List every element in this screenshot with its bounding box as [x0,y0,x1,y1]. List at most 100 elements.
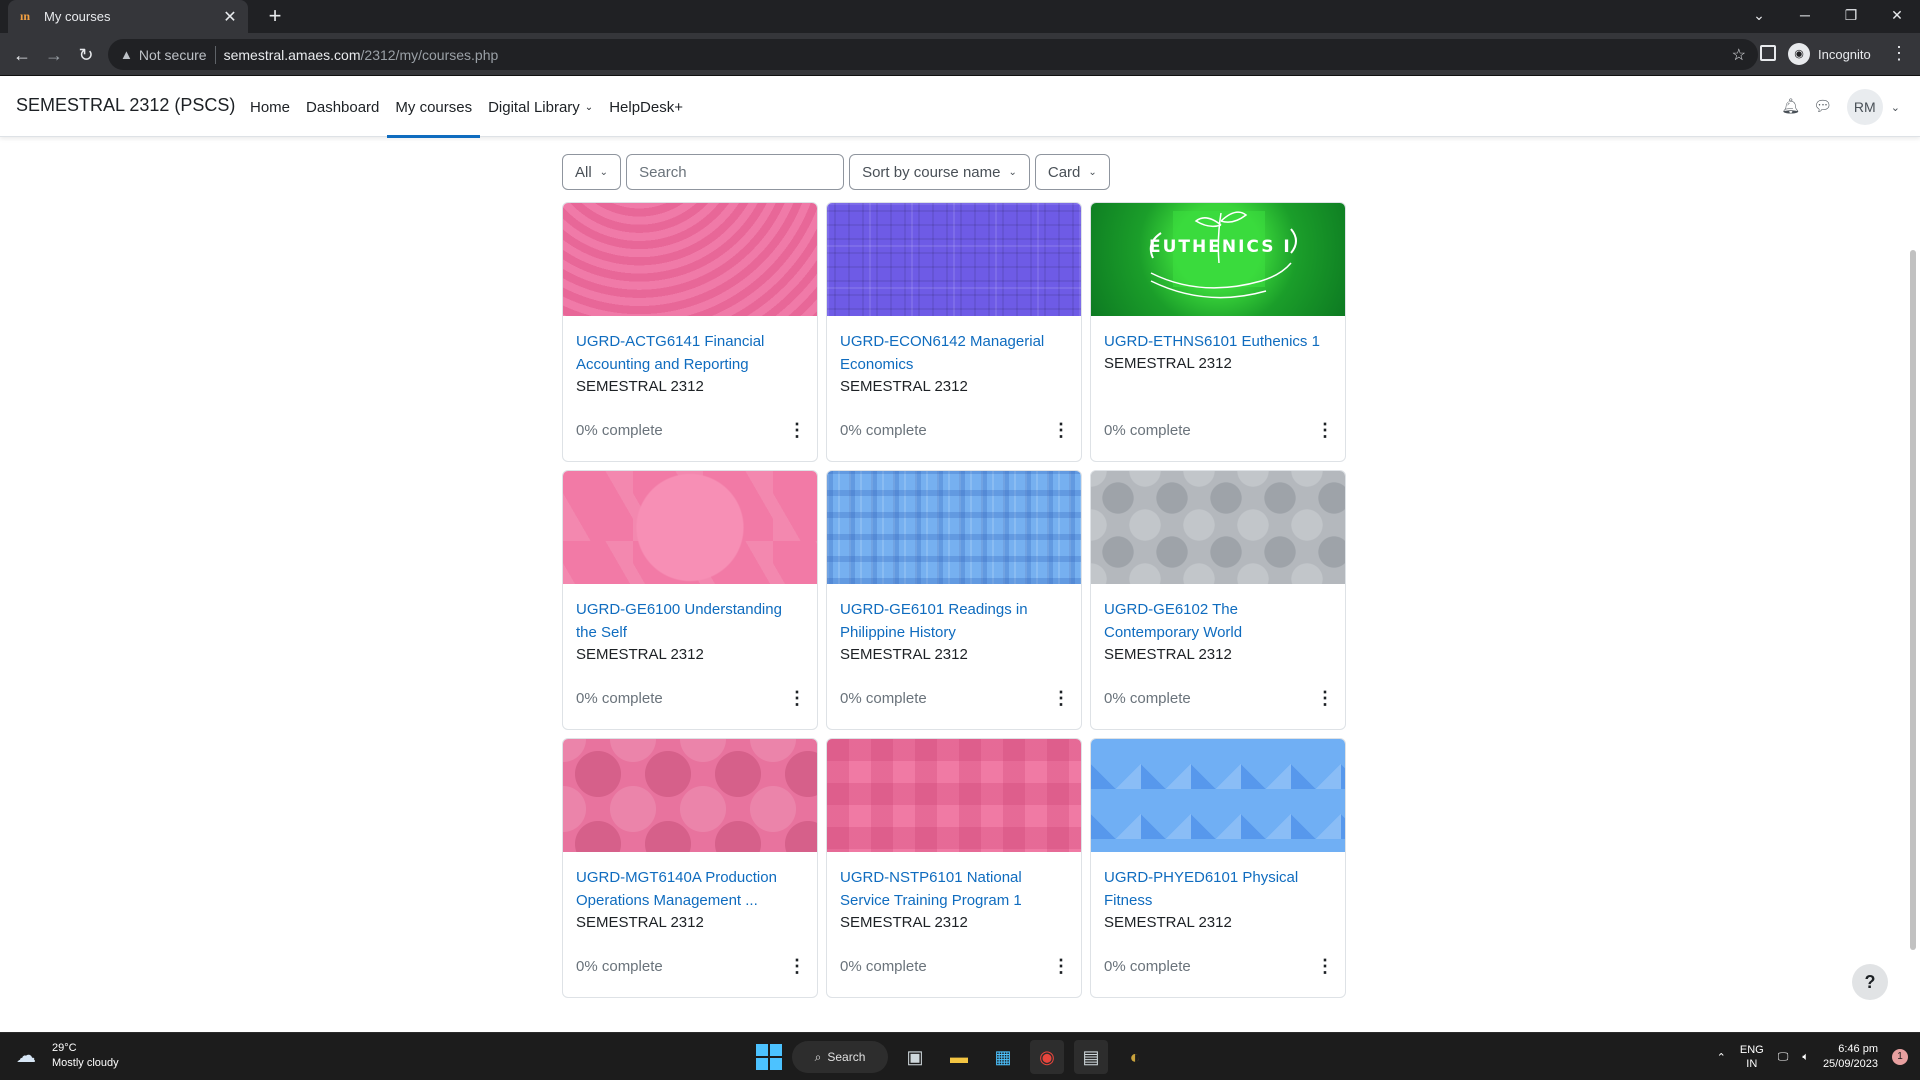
show-hidden-icons-chevron-icon[interactable]: ⌃ [1717,1051,1726,1064]
chevron-down-icon: ⌄ [1008,166,1017,178]
course-name-link[interactable]: UGRD-NSTP6101 National Service Training … [840,866,1068,912]
course-name-link[interactable]: UGRD-MGT6140A Production Operations Mana… [576,866,804,912]
user-menu-chevron-icon[interactable]: ⌄ [1891,101,1900,114]
course-actions-menu-icon[interactable]: ⋮ [1316,688,1334,709]
course-name-link[interactable]: UGRD-GE6101 Readings in Philippine Histo… [840,598,1068,644]
back-icon[interactable]: ← [8,41,36,69]
nav-home[interactable]: Home [242,77,298,137]
course-category: SEMESTRAL 2312 [1104,914,1232,931]
network-icon[interactable]: 🖵︎ [1778,1051,1789,1064]
forward-icon[interactable]: → [40,41,68,69]
course-name-link[interactable]: UGRD-GE6100 Understanding the Self [576,598,804,644]
weather-widget[interactable]: ☁ 29°C Mostly cloudy [16,1041,119,1071]
course-category: SEMESTRAL 2312 [840,914,968,931]
course-actions-menu-icon[interactable]: ⋮ [1052,420,1070,441]
browser-menu-icon[interactable]: ⋮ [1890,43,1908,64]
course-image[interactable] [1091,471,1345,584]
url-path: /2312/my/courses.php [360,46,499,63]
incognito-icon: ◉ [1788,43,1810,65]
minimize-button[interactable]: ─ [1782,0,1828,30]
course-name-link[interactable]: UGRD-PHYED6101 Physical Fitness [1104,866,1332,912]
file-explorer-icon[interactable]: ▬ [942,1040,976,1074]
course-card: UGRD-GE6101 Readings in Philippine Histo… [826,470,1082,730]
nav-my-courses[interactable]: My courses [387,77,480,138]
course-card: EUTHENICS I UGRD-ETHNS6101 Euthenics 1 S… [1090,202,1346,462]
page-scrollbar[interactable] [1910,250,1916,950]
system-tray: ⌃ ENG IN 🖵︎ 🔈︎ 6:46 pm 25/09/2023 1 [1717,1039,1908,1075]
nav-digital-library[interactable]: Digital Library ⌄ [480,77,601,137]
course-name-link[interactable]: UGRD-ACTG6141 Financial Accounting and R… [576,330,804,376]
course-progress: 0% complete [576,690,663,707]
course-actions-menu-icon[interactable]: ⋮ [788,420,806,441]
taskbar-search[interactable]: ⌕ Search [792,1041,888,1073]
user-avatar[interactable]: RM [1846,89,1883,125]
course-name-link[interactable]: UGRD-GE6102 The Contemporary World [1104,598,1332,644]
site-favicon-icon: ın [20,8,31,23]
course-search-input[interactable]: Search [626,154,845,190]
course-image[interactable] [827,203,1081,316]
new-tab-button[interactable]: + [262,4,288,30]
reload-icon[interactable]: ↻ [72,41,100,69]
view-dropdown[interactable]: Card ⌄ [1034,154,1110,190]
course-image[interactable] [563,739,817,852]
course-actions-menu-icon[interactable]: ⋮ [1316,420,1334,441]
grouping-dropdown[interactable]: All ⌄ [562,154,622,190]
course-name-link[interactable]: UGRD-ECON6142 Managerial Economics [840,330,1068,376]
clock-date: 25/09/2023 [1822,1058,1878,1070]
course-image[interactable] [827,739,1081,852]
course-progress: 0% complete [1104,958,1191,975]
view-value: Card [1047,163,1081,181]
course-progress: 0% complete [840,690,927,707]
system-clock[interactable]: 6:46 pm 25/09/2023 [1823,1042,1878,1072]
course-actions-menu-icon[interactable]: ⋮ [1316,956,1334,977]
course-image[interactable] [563,203,817,316]
browser-toolbar: ← → ↻ ▲ Not secure semestral.amaes.com /… [0,33,1920,76]
task-view-icon[interactable]: ▣ [898,1040,932,1074]
course-image[interactable] [827,471,1081,584]
course-card: UGRD-MGT6140A Production Operations Mana… [562,738,818,998]
grouping-value: All [575,163,592,181]
tab-search-icon[interactable]: ⌄ [1736,0,1782,30]
course-actions-menu-icon[interactable]: ⋮ [788,688,806,709]
chrome-icon[interactable]: ◉ [1030,1040,1064,1074]
course-category: SEMESTRAL 2312 [576,646,704,663]
plant-hand-icon [1149,211,1297,299]
course-image[interactable] [1091,739,1345,852]
course-actions-menu-icon[interactable]: ⋮ [1052,956,1070,977]
chevron-down-icon: ⌄ [1088,166,1097,178]
nav-dashboard[interactable]: Dashboard [298,77,387,137]
messages-icon[interactable]: 💬︎ [1813,97,1833,117]
notification-badge[interactable]: 1 [1892,1049,1908,1065]
incognito-indicator[interactable]: ◉ Incognito [1788,42,1871,66]
tab-close-icon[interactable]: ✕ [220,7,240,27]
bookmark-star-icon[interactable]: ☆ [1732,45,1746,65]
browser-tab[interactable]: ın My courses ✕ [8,0,248,33]
chevron-down-icon: ⌄ [599,166,609,178]
notepad-icon[interactable]: ▤ [1074,1040,1108,1074]
course-image[interactable]: EUTHENICS I [1091,203,1345,316]
close-window-button[interactable]: ✕ [1874,0,1920,30]
sort-value: Sort by course name [862,163,1001,181]
sort-dropdown[interactable]: Sort by course name ⌄ [849,154,1030,190]
course-filters: All ⌄ Search Sort by course name ⌄ Card ⌄ [562,154,1110,190]
language-indicator[interactable]: ENG IN [1740,1043,1764,1071]
restore-button[interactable]: ❐ [1828,0,1874,30]
league-app-icon[interactable]: ◐ [1118,1040,1152,1074]
notifications-bell-icon[interactable]: 🔔︎ [1781,97,1801,117]
course-actions-menu-icon[interactable]: ⋮ [1052,688,1070,709]
help-button[interactable]: ? [1852,964,1888,1000]
microsoft-store-icon[interactable]: ▦ [986,1040,1020,1074]
course-category: SEMESTRAL 2312 [576,378,704,395]
course-actions-menu-icon[interactable]: ⋮ [788,956,806,977]
site-navbar: SEMESTRAL 2312 (PSCS) Home Dashboard My … [0,77,1920,138]
site-brand[interactable]: SEMESTRAL 2312 (PSCS) [16,95,235,116]
cloud-icon: ☁ [16,1045,36,1067]
address-bar[interactable]: ▲ Not secure semestral.amaes.com /2312/m… [108,39,1758,70]
side-panel-icon[interactable] [1760,45,1776,61]
volume-icon[interactable]: 🔈︎ [1802,1051,1809,1064]
nav-helpdesk[interactable]: HelpDesk+ [601,77,691,137]
windows-start-icon[interactable] [756,1044,782,1070]
course-image[interactable] [563,471,817,584]
url-host: semestral.amaes.com [223,46,361,63]
course-progress: 0% complete [840,422,927,439]
